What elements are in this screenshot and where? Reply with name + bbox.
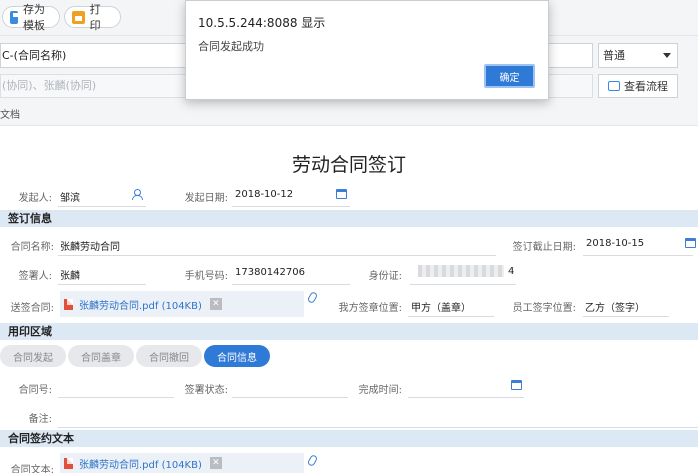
print-button[interactable]: 打印 xyxy=(64,3,121,32)
save-icon xyxy=(10,10,20,24)
id-card-label: 身份证: xyxy=(368,271,402,282)
save-template-button[interactable]: 存为模板 xyxy=(2,3,60,32)
pdf-icon xyxy=(64,457,73,469)
alert-dialog: 10.5.5.244:8088 显示 合同发起成功 确定 xyxy=(185,0,549,100)
tab-contract-withdraw[interactable]: 合同撤回 xyxy=(136,345,202,367)
contract-text-file-link[interactable]: 张麟劳动合同.pdf (104KB) xyxy=(79,456,202,471)
signer-underline xyxy=(58,284,146,285)
initiator-underline xyxy=(58,206,146,207)
view-flow-button[interactable]: 查看流程 xyxy=(598,74,678,98)
deadline-value: 2018-10-15 xyxy=(586,238,645,249)
signer-value: 张麟 xyxy=(60,271,80,282)
tab-contract-seal[interactable]: 合同盖章 xyxy=(68,345,134,367)
remove-file-icon[interactable]: ✕ xyxy=(209,457,222,469)
flow-icon xyxy=(608,81,620,91)
contract-text-label: 合同文本: xyxy=(10,465,54,473)
dialog-title: 10.5.5.244:8088 显示 xyxy=(198,16,326,30)
our-seal-label: 我方签章位置: xyxy=(338,303,402,314)
user-icon[interactable] xyxy=(132,189,143,200)
remark-underline xyxy=(58,427,698,428)
page-title: 劳动合同签订 xyxy=(291,154,406,176)
complete-time-underline xyxy=(408,397,524,398)
id-card-underline xyxy=(410,284,516,285)
deadline-underline xyxy=(583,255,693,256)
start-date-underline xyxy=(232,206,350,207)
signer-label: 签署人: xyxy=(18,271,52,282)
printer-icon xyxy=(72,10,85,24)
contract-no-underline xyxy=(58,397,174,398)
tab-contract-info[interactable]: 合同信息 xyxy=(204,345,270,367)
complete-time-label: 完成时间: xyxy=(358,385,402,396)
contract-name-value: 张麟劳动合同 xyxy=(60,242,120,253)
initiator-value: 邹滨 xyxy=(60,193,80,204)
initiator-label: 发起人: xyxy=(18,193,52,204)
contract-no-label: 合同号: xyxy=(18,385,52,396)
chevron-down-icon xyxy=(663,53,671,58)
calendar-icon[interactable] xyxy=(685,238,696,248)
section-sign-info: 签订信息 xyxy=(0,210,698,227)
priority-select[interactable]: 普通 xyxy=(598,43,678,68)
contract-name-underline xyxy=(58,255,496,256)
remove-file-icon[interactable]: ✕ xyxy=(209,298,222,310)
employee-sign-value: 乙方（签字） xyxy=(585,303,645,314)
employee-sign-underline xyxy=(583,316,669,317)
id-card-redacted xyxy=(418,265,504,277)
sign-status-underline xyxy=(232,397,348,398)
calendar-icon[interactable] xyxy=(511,380,522,390)
phone-label: 手机号码: xyxy=(184,271,228,282)
employee-sign-label: 员工签字位置: xyxy=(512,303,576,314)
start-date-label: 发起日期: xyxy=(184,193,228,204)
phone-value: 17380142706 xyxy=(235,267,305,278)
pdf-icon xyxy=(64,298,73,310)
sign-status-label: 签署状态: xyxy=(184,385,228,396)
start-date-value: 2018-10-12 xyxy=(235,189,294,200)
section-seal-area: 用印区域 xyxy=(0,323,698,340)
our-seal-value: 甲方（盖章） xyxy=(411,303,471,314)
phone-underline xyxy=(232,284,350,285)
dialog-message: 合同发起成功 xyxy=(198,40,264,53)
deadline-label: 签订截止日期: xyxy=(512,242,576,253)
section-contract-text: 合同签约文本 xyxy=(0,430,698,447)
remark-label: 备注: xyxy=(28,414,52,425)
attach-icon[interactable] xyxy=(306,290,319,305)
contract-file-box: 张麟劳动合同.pdf (104KB) ✕ xyxy=(60,291,304,317)
attach-icon[interactable] xyxy=(306,453,319,468)
contract-file-label: 送签合同: xyxy=(10,303,54,314)
our-seal-underline xyxy=(408,316,494,317)
document-label: 文档 xyxy=(0,110,20,121)
tab-contract-start[interactable]: 合同发起 xyxy=(0,345,66,367)
id-card-value-tail: 4 xyxy=(508,266,515,277)
contract-file-link[interactable]: 张麟劳动合同.pdf (104KB) xyxy=(79,297,202,312)
calendar-icon[interactable] xyxy=(336,189,347,199)
contract-name-label: 合同名称: xyxy=(10,242,54,253)
contract-text-file-box: 张麟劳动合同.pdf (104KB) ✕ xyxy=(60,453,304,473)
dialog-ok-button[interactable]: 确定 xyxy=(484,64,535,88)
